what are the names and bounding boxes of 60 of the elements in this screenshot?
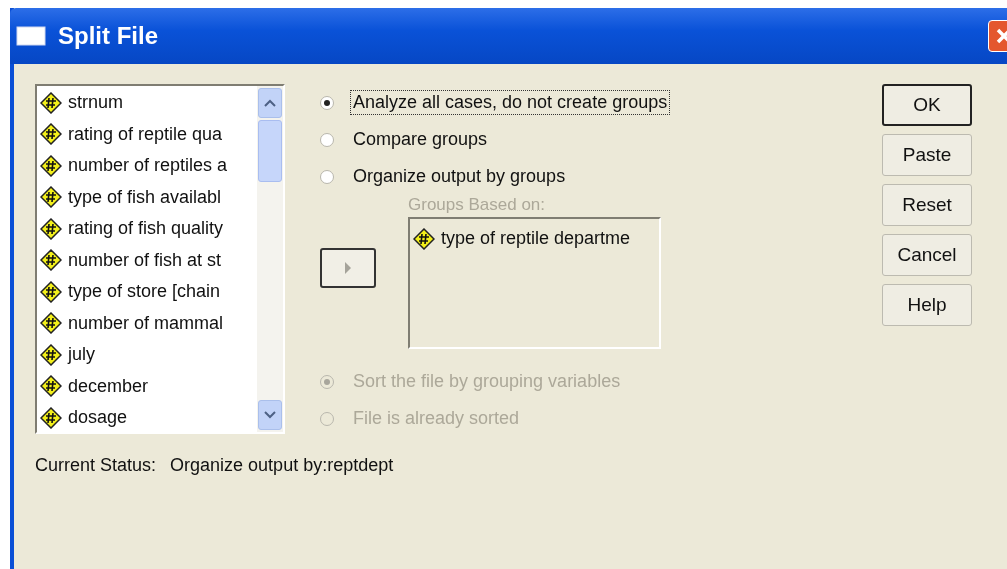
variable-list[interactable]: strnum rating of reptile qua number of reptiles a type of fish availabl rating of fish quality number of fish at st type of store [chain number of mammal july december dosage	[35, 84, 285, 434]
radio-label[interactable]: Organize output by groups	[350, 164, 569, 189]
numeric-variable-icon	[40, 249, 62, 272]
scroll-thumb[interactable]	[258, 120, 282, 182]
radio-button[interactable]	[320, 95, 334, 110]
scroll-up-button[interactable]	[258, 88, 282, 118]
status-label: Current Status:	[35, 455, 157, 476]
variable-name: number of mammal	[68, 312, 224, 334]
numeric-variable-icon	[40, 123, 62, 146]
scroll-down-button[interactable]	[258, 400, 282, 430]
numeric-variable-icon	[40, 154, 62, 177]
dialog-button[interactable]: Help	[882, 284, 972, 326]
dialog-button[interactable]: Cancel	[882, 234, 972, 276]
variable-name: rating of fish quality	[68, 218, 224, 240]
variable-name: number of reptiles a	[68, 155, 228, 177]
variable-item[interactable]: number of mammal	[37, 307, 257, 339]
numeric-variable-icon	[40, 406, 62, 429]
dialog-button[interactable]: Paste	[882, 134, 972, 176]
numeric-variable-icon	[40, 186, 62, 209]
dialog-button[interactable]: OK	[882, 84, 972, 126]
variable-name: december	[68, 375, 149, 397]
variable-name: strnum	[68, 92, 123, 114]
variable-item[interactable]: july	[37, 339, 257, 371]
variable-item[interactable]: strnum	[37, 87, 257, 119]
status-value: Organize output by:reptdept	[170, 455, 394, 476]
radio-label[interactable]: Compare groups	[350, 127, 491, 152]
numeric-variable-icon	[40, 312, 62, 335]
radio-button[interactable]	[320, 169, 334, 184]
dialog-button[interactable]: Reset	[882, 184, 972, 226]
variable-item[interactable]: type of store [chain	[37, 276, 257, 308]
variable-name: type of store [chain	[68, 281, 221, 303]
move-right-button[interactable]	[320, 248, 376, 288]
variable-item[interactable]: type of fish availabl	[37, 181, 257, 213]
variable-item[interactable]: rating of fish quality	[37, 213, 257, 245]
variable-name: july	[68, 344, 95, 366]
variable-name: dosage	[68, 407, 128, 429]
scrollbar[interactable]	[257, 86, 283, 432]
window-title: Split File	[58, 22, 158, 50]
variable-item[interactable]: number of fish at st	[37, 244, 257, 276]
window-icon	[16, 26, 46, 46]
numeric-variable-icon	[40, 375, 62, 398]
numeric-variable-icon	[413, 227, 435, 250]
numeric-variable-icon	[40, 217, 62, 240]
variable-item[interactable]: december	[37, 370, 257, 402]
numeric-variable-icon	[40, 91, 62, 114]
groups-label: Groups Based on:	[408, 195, 547, 216]
variable-item[interactable]: rating of reptile qua	[37, 118, 257, 150]
variable-name: number of fish at st	[68, 249, 222, 271]
variable-name: type of reptile departme	[441, 228, 631, 250]
radio-label[interactable]: Analyze all cases, do not create groups	[350, 90, 671, 115]
variable-name: type of fish availabl	[68, 186, 222, 208]
numeric-variable-icon	[40, 280, 62, 303]
numeric-variable-icon	[40, 343, 62, 366]
radio-button[interactable]	[320, 132, 334, 147]
caret-up-icon	[264, 99, 276, 107]
caret-down-icon	[264, 411, 276, 419]
variable-name: rating of reptile qua	[68, 123, 223, 145]
variable-item[interactable]: number of reptiles a	[37, 150, 257, 182]
variable-item[interactable]: dosage	[37, 402, 257, 432]
triangle-right-icon	[344, 261, 352, 275]
